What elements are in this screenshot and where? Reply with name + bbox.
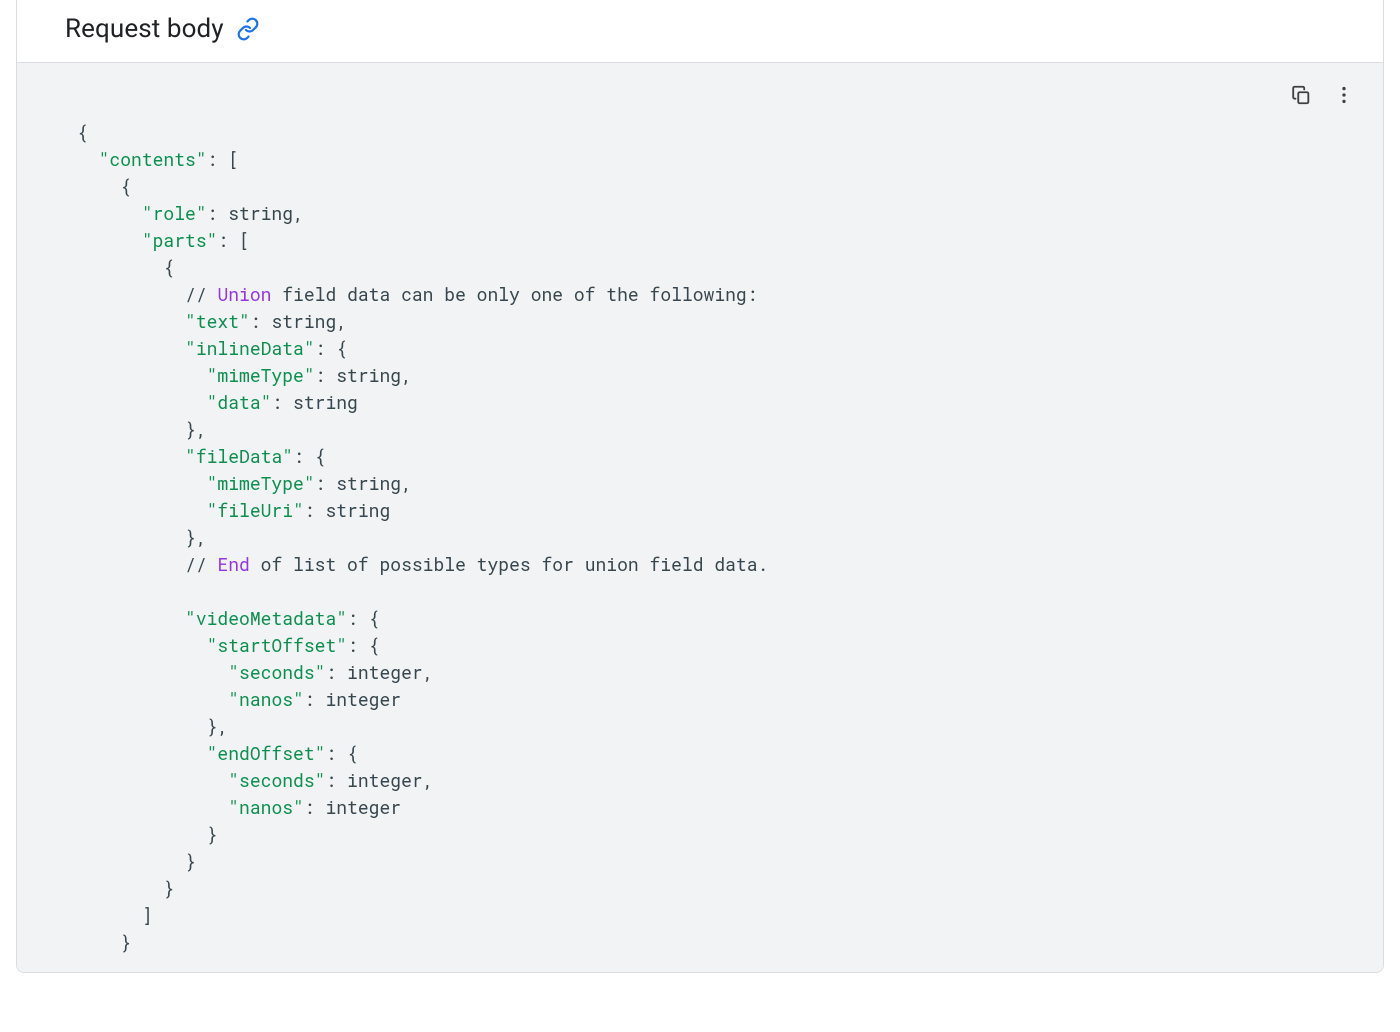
- section-header: Request body: [17, 0, 1383, 62]
- more-options-button[interactable]: [1325, 77, 1363, 115]
- anchor-link-icon[interactable]: [234, 15, 262, 43]
- code-content: { "contents": [ { "role": string, "parts…: [17, 63, 1383, 972]
- copy-icon: [1290, 84, 1312, 109]
- code-toolbar: [1283, 77, 1363, 115]
- more-vert-icon: [1333, 84, 1355, 109]
- section-title: Request body: [65, 14, 224, 44]
- copy-button[interactable]: [1283, 78, 1319, 114]
- request-body-section: Request body: [16, 0, 1384, 973]
- code-block: { "contents": [ { "role": string, "parts…: [17, 62, 1383, 972]
